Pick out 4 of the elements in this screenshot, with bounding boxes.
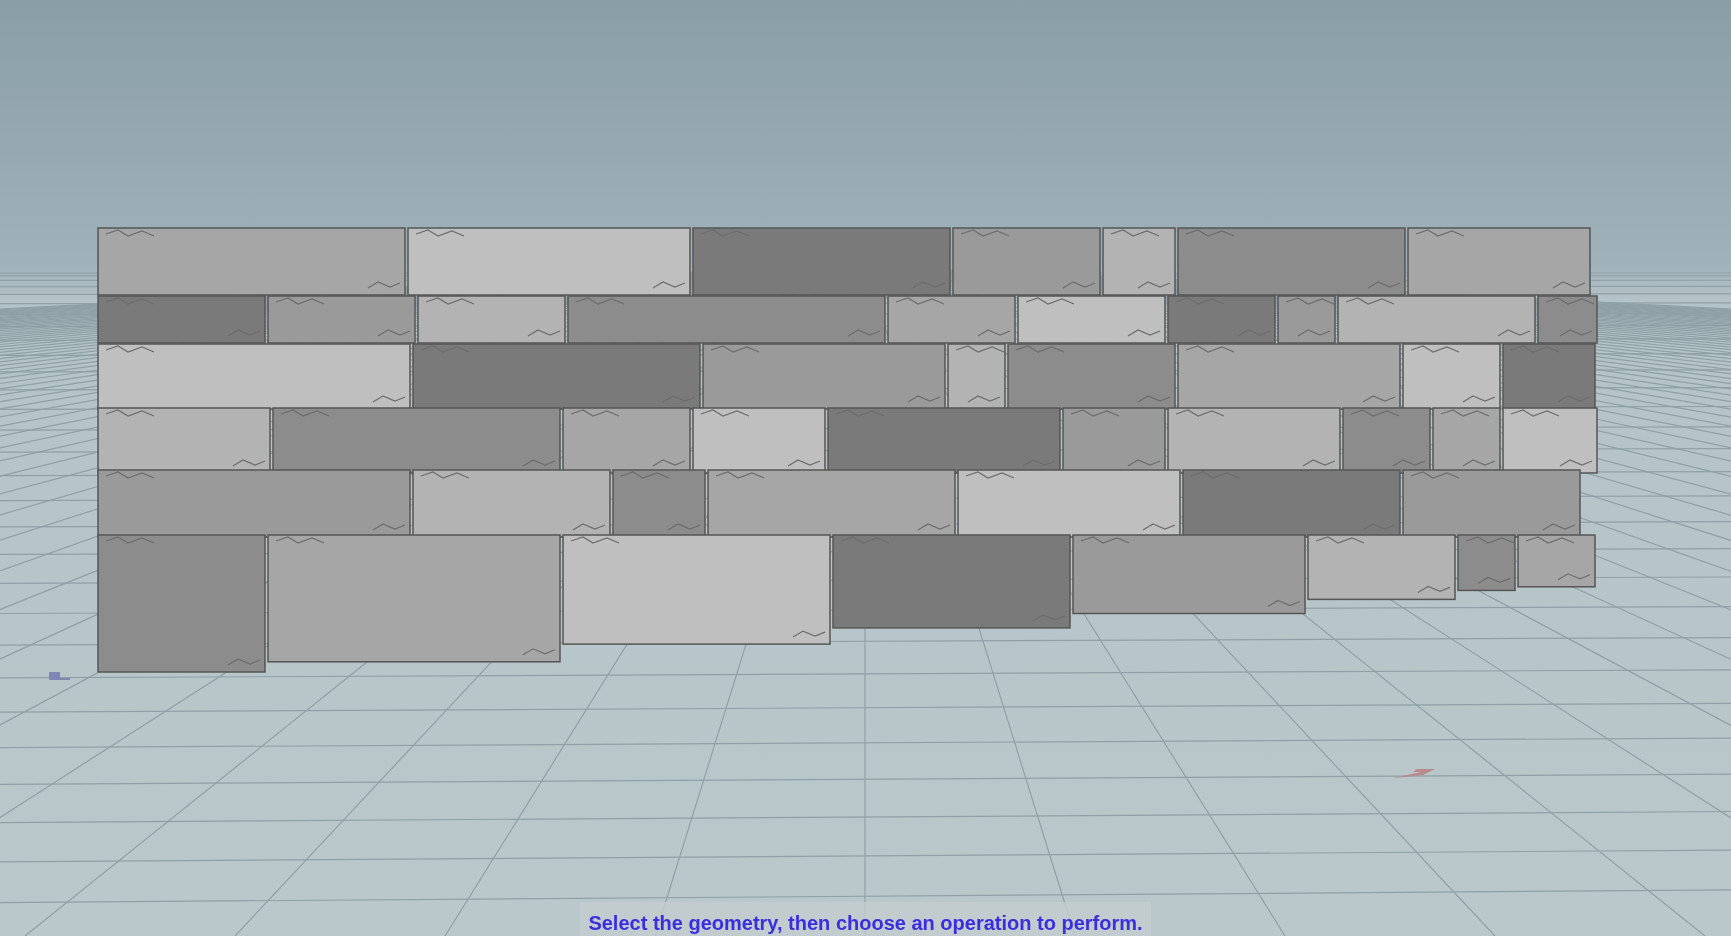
axis-marker-icon	[1393, 769, 1435, 778]
status-message: Select the geometry, then choose an operation to perform.	[580, 902, 1151, 936]
viewport[interactable]: Select the geometry, then choose an operation to perform.	[0, 0, 1731, 936]
axis-marker-icon	[49, 672, 70, 680]
